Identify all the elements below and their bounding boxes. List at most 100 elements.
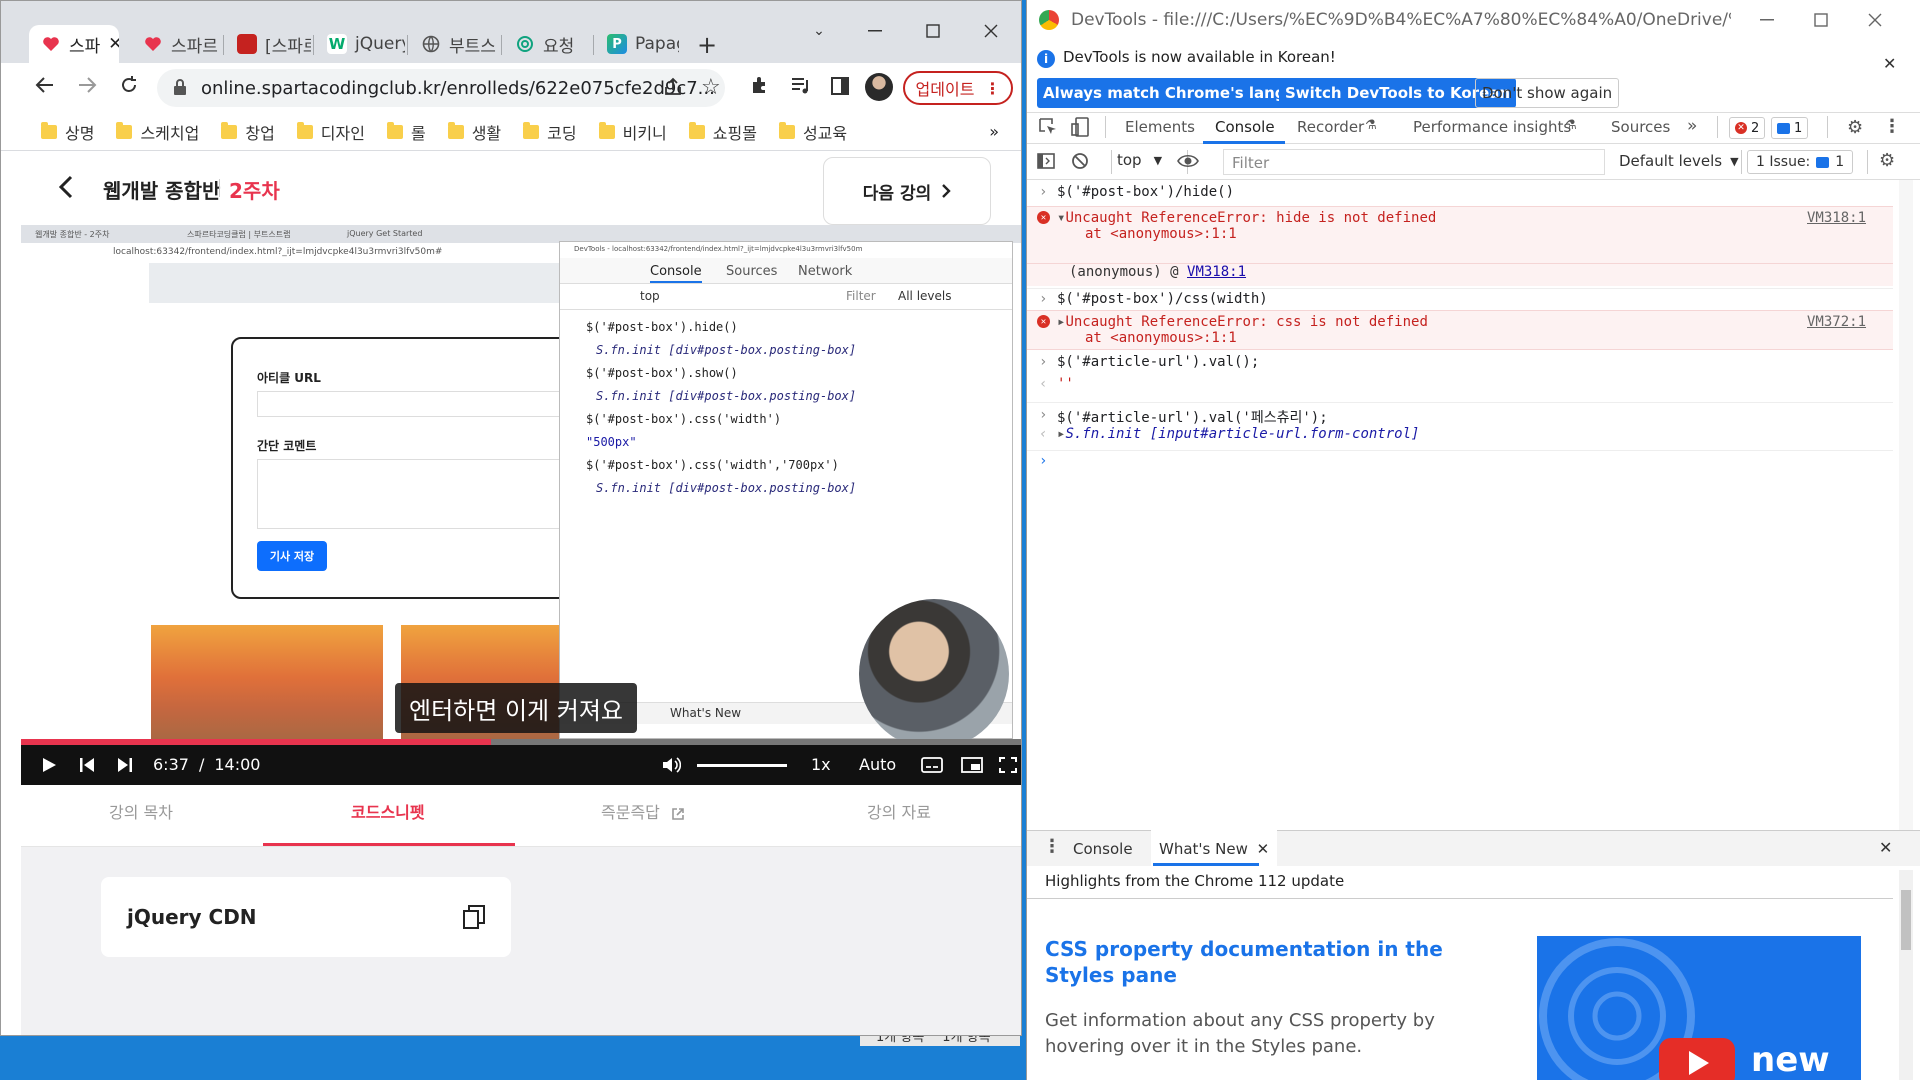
drawer-tab-console[interactable]: Console xyxy=(1073,840,1133,858)
close-icon[interactable]: ✕ xyxy=(1257,840,1270,858)
back-button[interactable] xyxy=(35,75,55,95)
bookmark-folder[interactable]: 창업 xyxy=(221,120,275,144)
close-window-button[interactable] xyxy=(969,15,1013,47)
share-icon[interactable] xyxy=(663,77,683,97)
tab-console[interactable]: Console xyxy=(1215,118,1275,136)
sidebar-toggle-icon[interactable] xyxy=(1037,153,1055,169)
message-counter[interactable]: 1 xyxy=(1771,117,1809,139)
skip-back-icon[interactable] xyxy=(79,757,95,773)
volume-slider[interactable] xyxy=(697,764,787,767)
close-drawer-icon[interactable]: ✕ xyxy=(1879,838,1892,857)
snippet-card[interactable]: jQuery CDN xyxy=(101,877,511,957)
volume-icon[interactable] xyxy=(661,755,681,775)
bookmark-folder[interactable]: 스케치업 xyxy=(116,120,199,144)
tab-1[interactable]: 스파르 xyxy=(131,25,221,63)
tab-qna[interactable]: 즉문즉답 xyxy=(601,799,685,823)
tab-performance-insights[interactable]: Performance insights xyxy=(1413,118,1571,136)
clear-console-icon[interactable] xyxy=(1071,152,1089,170)
tab-search-button[interactable]: ⌄ xyxy=(797,15,841,47)
more-vert-icon: ⋮ xyxy=(984,78,1001,98)
next-lecture-button[interactable]: 다음 강의 xyxy=(823,157,991,225)
source-link[interactable]: VM318:1 xyxy=(1187,264,1246,280)
bookmark-folder[interactable]: 성교육 xyxy=(778,120,847,144)
pip-icon[interactable] xyxy=(961,757,983,773)
source-link[interactable]: VM372:1 xyxy=(1807,314,1866,330)
fullscreen-icon[interactable] xyxy=(999,757,1017,773)
tab-2[interactable]: [스파르 xyxy=(225,25,311,63)
error-icon: ✕ xyxy=(1735,122,1747,134)
inspect-icon[interactable] xyxy=(1039,118,1057,136)
whats-new-scrollbar[interactable] xyxy=(1899,870,1913,1080)
error-counter[interactable]: ✕ 2 xyxy=(1729,117,1766,139)
close-icon[interactable]: ✕ xyxy=(108,34,119,54)
tab-0[interactable]: 스파 ✕ xyxy=(29,25,119,63)
device-toolbar-icon[interactable] xyxy=(1071,117,1089,137)
video-player[interactable]: 웹개발 종합반 - 2주차 스파르타코딩클럽 | 부트스트랩 jQuery Ge… xyxy=(21,225,1021,785)
tab-3[interactable]: W jQuery xyxy=(315,25,405,63)
reload-button[interactable] xyxy=(119,75,139,95)
avatar[interactable] xyxy=(865,73,893,101)
tab-recorder[interactable]: Recorder xyxy=(1297,118,1364,136)
tab-curriculum[interactable]: 강의 목차 xyxy=(109,799,173,823)
minimize-button[interactable] xyxy=(1745,4,1789,36)
play-icon[interactable] xyxy=(41,757,57,773)
bookmark-folder[interactable]: 쇼핑몰 xyxy=(688,120,757,144)
maximize-button[interactable] xyxy=(1799,4,1843,36)
issues-count: 1 xyxy=(1835,154,1845,170)
drawer-tab-whats-new[interactable]: What's New ✕ xyxy=(1151,830,1278,866)
copy-icon[interactable] xyxy=(463,905,485,929)
chevron-more-icon[interactable]: » xyxy=(989,122,999,141)
side-panel-icon[interactable] xyxy=(831,77,849,95)
quality-button[interactable]: Auto xyxy=(859,755,896,774)
tab-materials[interactable]: 강의 자료 xyxy=(867,799,931,823)
more-vert-icon[interactable]: ⋮ xyxy=(1883,116,1901,137)
instructor-webcam xyxy=(859,599,1009,749)
folder-icon xyxy=(296,121,313,139)
maximize-button[interactable] xyxy=(911,15,955,47)
address-bar[interactable]: online.spartacodingclub.kr/enrolleds/622… xyxy=(157,69,725,107)
context-selector[interactable]: top ▼ xyxy=(1117,151,1162,169)
bookmark-folder[interactable]: 상명 xyxy=(41,120,94,144)
tab-label: 부트스 xyxy=(449,36,496,57)
back-arrow-icon[interactable] xyxy=(59,175,73,199)
console-settings-gear-icon[interactable]: ⚙ xyxy=(1879,150,1895,171)
dont-show-again-button[interactable]: Don't show again xyxy=(1475,78,1620,108)
feature-title-link[interactable]: CSS property documentation in the Styles… xyxy=(1045,936,1485,988)
star-icon[interactable]: ☆ xyxy=(701,75,721,100)
close-window-button[interactable] xyxy=(1853,4,1897,36)
tab-code-snippets[interactable]: 코드스니펫 xyxy=(351,799,425,823)
console-scrollbar[interactable] xyxy=(1899,180,1913,830)
new-tab-button[interactable]: + xyxy=(697,31,717,59)
extensions-icon[interactable] xyxy=(749,75,769,95)
scrollbar-thumb[interactable] xyxy=(1901,890,1911,950)
skip-forward-icon[interactable] xyxy=(117,757,133,773)
tab-5[interactable]: 요청 xyxy=(503,25,591,63)
issues-button[interactable]: 1 Issue: 1 xyxy=(1747,150,1854,174)
tab-6[interactable]: P Papag xyxy=(595,25,679,63)
settings-gear-icon[interactable]: ⚙ xyxy=(1847,117,1863,138)
close-icon[interactable]: ✕ xyxy=(1883,54,1896,73)
bookmark-folder[interactable]: 디자인 xyxy=(296,120,365,144)
speed-button[interactable]: 1x xyxy=(811,755,831,774)
eye-icon[interactable] xyxy=(1177,153,1199,169)
tab-4[interactable]: 부트스 xyxy=(409,25,499,63)
feature-video-thumbnail[interactable]: new xyxy=(1537,936,1861,1080)
log-levels-dropdown[interactable]: Default levels ▼ xyxy=(1619,152,1739,170)
drawer-menu-icon[interactable]: ⋮ xyxy=(1043,836,1061,857)
source-link[interactable]: VM318:1 xyxy=(1807,210,1866,226)
levels-label: Default levels xyxy=(1619,152,1723,170)
bookmark-folder[interactable]: 코딩 xyxy=(523,120,577,144)
bookmark-folder[interactable]: 비키니 xyxy=(598,120,667,144)
forward-button[interactable] xyxy=(77,75,97,95)
bookmark-folder[interactable]: 생활 xyxy=(447,120,501,144)
bookmark-folder[interactable]: 롤 xyxy=(386,120,426,144)
console-filter-input[interactable]: Filter xyxy=(1223,149,1605,175)
media-control-icon[interactable] xyxy=(791,77,811,95)
console-prompt[interactable]: › xyxy=(1027,450,1893,472)
subtitles-icon[interactable] xyxy=(921,757,943,773)
minimize-button[interactable] xyxy=(853,15,897,47)
tab-elements[interactable]: Elements xyxy=(1125,118,1195,136)
update-button[interactable]: 업데이트 ⋮ xyxy=(903,71,1013,105)
tab-sources[interactable]: Sources xyxy=(1611,118,1670,136)
more-tabs-icon[interactable]: » xyxy=(1687,116,1697,136)
